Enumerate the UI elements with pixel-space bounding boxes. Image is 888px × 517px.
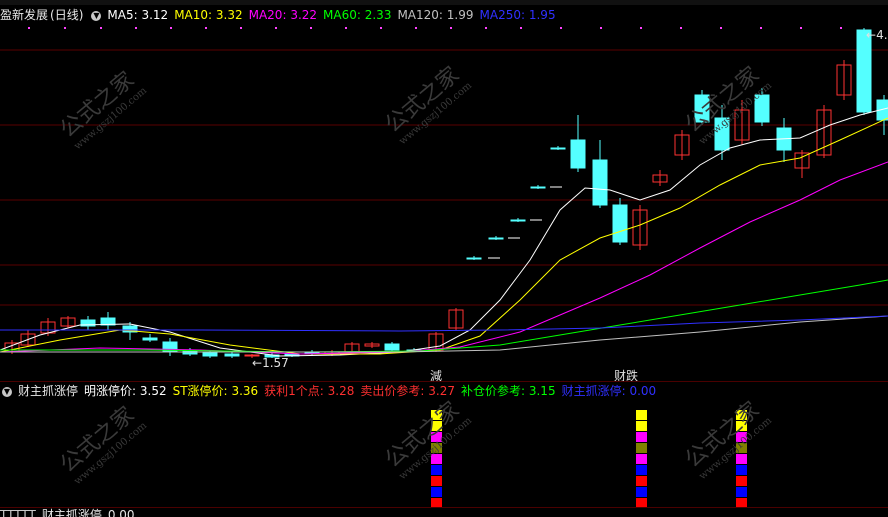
signal-block	[431, 465, 442, 475]
signal-block	[736, 465, 747, 475]
signal-block	[736, 454, 747, 464]
signal-block	[636, 421, 647, 431]
bottom-indicator-title[interactable]: 财主抓涨停	[42, 508, 102, 517]
signal-block	[736, 487, 747, 497]
signal-block	[636, 443, 647, 453]
bottom-indicator-value: 0.00	[107, 508, 135, 517]
signal-block	[636, 476, 647, 486]
bottom-series-icon: TTTTT	[0, 508, 36, 517]
signal-block	[736, 476, 747, 486]
signal-block	[431, 487, 442, 497]
bottom-legend: TTTTT 财主抓涨停 0.00	[0, 507, 141, 517]
signal-block	[636, 454, 647, 464]
signal-block	[636, 487, 647, 497]
signal-block	[636, 432, 647, 442]
signal-block	[636, 410, 647, 420]
signal-block	[636, 465, 647, 475]
signal-block	[431, 476, 442, 486]
